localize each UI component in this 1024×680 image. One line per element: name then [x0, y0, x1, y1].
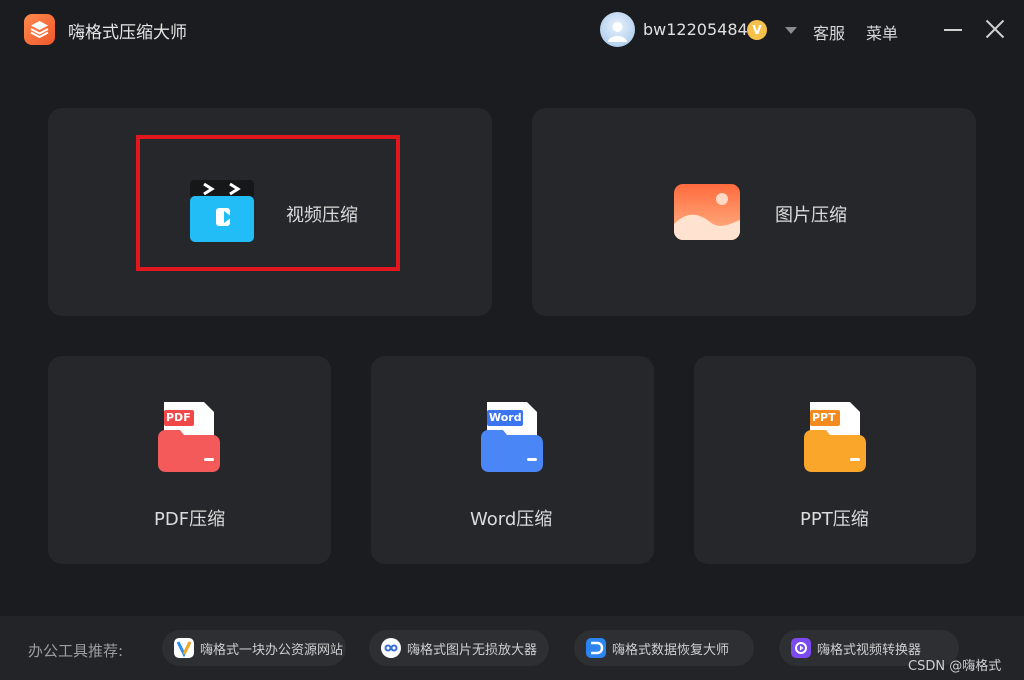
word-badge: Word	[489, 411, 522, 424]
vip-badge-icon: V	[747, 20, 767, 40]
pdf-compress-label[interactable]: PDF压缩	[154, 505, 225, 531]
ppt-compress-label[interactable]: PPT压缩	[800, 505, 869, 531]
app-title: 嗨格式压缩大师	[68, 23, 187, 43]
menu-button[interactable]: 菜单	[866, 20, 898, 44]
username[interactable]: bw12205484	[643, 20, 748, 39]
footer-item-label: 嗨格式视频转换器	[817, 643, 922, 658]
app-logo-icon	[24, 14, 55, 45]
account-dropdown-icon[interactable]	[785, 27, 797, 34]
footer-item-label: 嗨格式一块办公资源网站	[200, 643, 344, 658]
image-compress-label[interactable]: 图片压缩	[775, 201, 847, 227]
ppt-badge: PPT	[812, 411, 836, 424]
footer-item-label: 嗨格式数据恢复大师	[612, 643, 730, 658]
image-icon	[674, 184, 740, 240]
user-avatar[interactable]	[600, 12, 635, 47]
video-compress-label[interactable]: 视频压缩	[286, 201, 358, 227]
pdf-badge: PDF	[166, 411, 191, 424]
data-recovery-icon	[586, 638, 606, 658]
watermark: CSDN @嗨格式	[908, 659, 1002, 674]
customer-service-button[interactable]: 客服	[813, 20, 845, 44]
footer-item-image-upscaler[interactable]: 嗨格式图片无损放大器	[369, 630, 549, 666]
image-compress-card[interactable]	[532, 108, 976, 316]
image-upscaler-icon	[381, 638, 401, 658]
footer-item-office-resources[interactable]: 嗨格式一块办公资源网站	[162, 630, 346, 666]
video-converter-icon	[791, 638, 811, 658]
highlight-box	[136, 135, 400, 271]
footer-item-data-recovery[interactable]: 嗨格式数据恢复大师	[574, 630, 754, 666]
close-button[interactable]	[985, 19, 1005, 39]
word-compress-label[interactable]: Word压缩	[470, 505, 552, 531]
footer-item-label: 嗨格式图片无损放大器	[407, 643, 538, 658]
title-bar: 嗨格式压缩大师 bw12205484 V 客服 菜单	[0, 0, 1024, 60]
office-resources-icon	[174, 638, 194, 658]
video-icon	[190, 180, 254, 242]
minimize-button[interactable]	[944, 29, 962, 31]
footer-recommend-label: 办公工具推荐:	[28, 642, 124, 660]
